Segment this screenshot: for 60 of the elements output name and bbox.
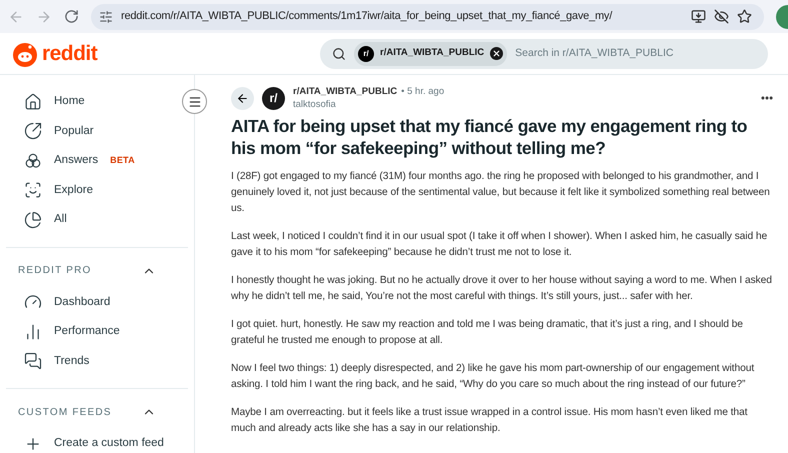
sidebar-item[interactable]: Home — [8, 87, 186, 116]
reload-icon[interactable] — [64, 9, 79, 24]
post-paragraph: Last week, I noticed I couldn’t find it in our usual spot (I take it off when I shower). When I asked him, he casually said he gave it to his mom “for safekeeping” because he didn’t trust me not to lose it. — [231, 230, 768, 260]
author-link[interactable]: talktosofia — [293, 98, 444, 111]
sidebar-item[interactable]: Popular — [8, 116, 186, 146]
sidebar-item[interactable]: Performance — [8, 317, 186, 346]
circles-icon — [24, 152, 42, 170]
community-chip[interactable]: r/ r/AITA_WIBTA_PUBLIC — [354, 42, 508, 66]
menu-button[interactable] — [182, 89, 207, 114]
star-icon[interactable] — [737, 9, 752, 24]
post-paragraph: Maybe I am overreacting. but it feels like a trust issue wrapped in a control issue. His mom hasn’t even liked me that much and already acts like she has a say in our relationship. — [231, 406, 748, 436]
sidebar-label: Create a custom feed — [54, 436, 164, 452]
sidebar-label: Answers — [54, 153, 98, 168]
beta-label: BETA — [110, 154, 135, 167]
sidebar-label: Explore — [54, 182, 93, 198]
address-bar[interactable]: reddit.com/r/AITA_WIBTA_PUBLIC/comments/1m17iwr/aita_for_being_upset_that_my_fiancé_gave_my/ — [91, 4, 764, 30]
chip-label: r/AITA_WIBTA_PUBLIC — [380, 46, 484, 60]
chart-circle-icon — [24, 210, 42, 229]
search-field[interactable]: r/ r/AITA_WIBTA_PUBLIC Search in r/AITA_WIBTA_PUBLIC — [320, 38, 768, 68]
profile-icon[interactable] — [776, 4, 788, 28]
arrow-circle-icon — [24, 122, 42, 140]
sidebar-label: Performance — [54, 324, 120, 340]
sidebar-item[interactable]: Trends — [8, 346, 186, 376]
post-time: • 5 hr. ago — [401, 85, 444, 98]
search-input[interactable]: Search in r/AITA_WIBTA_PUBLIC — [515, 46, 768, 62]
community-avatar: r/ — [358, 46, 374, 62]
post-paragraph: I honestly thought he was joking. But no he actually drove it over to her house without saying a word to me. When I asked why he didn’t tell me, he said, You’re not the most careful with things. It’s still yours, just... safer with her. — [231, 274, 773, 304]
install-icon[interactable] — [691, 9, 706, 24]
sidebar-item[interactable]: Dashboard — [8, 288, 186, 317]
post-paragraph: I got quiet. hurt, honestly. He saw my reaction and told me I was being dramatic, that it’s just a ring, and I should be grateful he trusted me enough to propose at all. — [231, 318, 744, 348]
back-button[interactable] — [231, 86, 254, 110]
post-paragraph: I (28F) got engaged to my fiancé (31M) four months ago. the ring he proposed with belonged to his grandmother, and I genuinely loved it, not just because of the sentimental value, but because it felt like it symbolized something real between us. — [231, 170, 771, 216]
section-heading: CUSTOM FEEDS — [18, 406, 112, 420]
sidebar-item[interactable]: All — [8, 205, 186, 234]
eye-off-icon[interactable] — [714, 9, 729, 24]
community-avatar[interactable]: r/ — [262, 86, 285, 110]
bar-chart-icon — [24, 322, 42, 341]
post-paragraph: Now I feel two things: 1) deeply disrespected, and 2) like he gave his mom part-ownership of our engagement without asking. I told him I want the ring back, and he said, “Why do you care so much about the ring instead of our future?” — [231, 362, 756, 392]
logo-icon[interactable] — [12, 40, 38, 66]
sidebar-item[interactable]: Create a custom feed — [8, 429, 186, 453]
remove-chip-button[interactable] — [490, 47, 504, 60]
sidebar-item[interactable]: Explore — [8, 176, 186, 205]
search-icon — [332, 46, 346, 60]
sidebar-item[interactable]: Answers BETA — [8, 146, 186, 176]
post-title: AITA for being upset that my fiancé gave my engagement ring to his mom “for safekeeping” without telling me? — [231, 115, 748, 159]
sidebar-label: All — [54, 212, 67, 228]
sidebar-label: Dashboard — [54, 294, 110, 310]
community-link[interactable]: r/AITA_WIBTA_PUBLIC — [293, 85, 398, 98]
section-heading: REDDIT PRO — [18, 264, 92, 278]
chat-icon — [24, 352, 42, 370]
sidebar-label: Home — [54, 94, 85, 110]
url-text: reddit.com/r/AITA_WIBTA_PUBLIC/comments/1m17iwr/aita_for_being_upset_that_my_fiancé_gave_my/ — [121, 9, 614, 24]
menu-icon — [188, 94, 202, 108]
sidebar-label: Trends — [54, 354, 90, 369]
sidebar-label: Popular — [54, 124, 94, 139]
explore-icon — [24, 181, 42, 200]
home-icon — [24, 92, 42, 111]
site-settings-icon[interactable] — [99, 10, 113, 24]
close-icon — [492, 49, 502, 58]
back-arrow-icon — [236, 92, 249, 104]
